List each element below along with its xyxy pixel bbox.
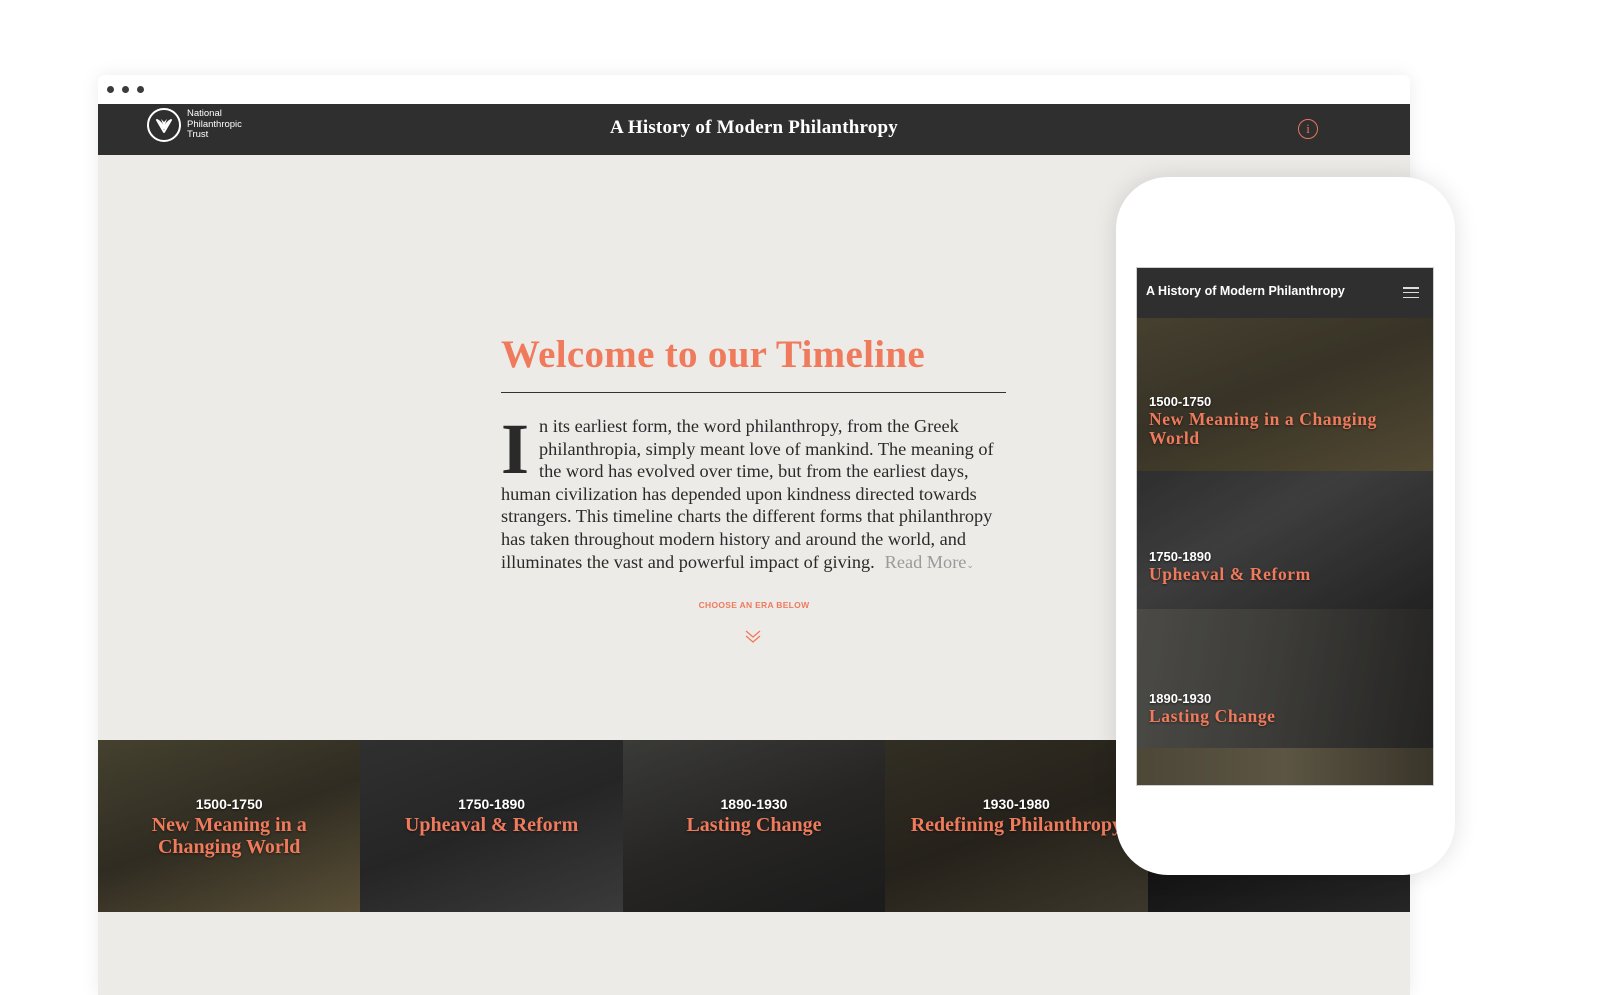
window-dot-icon [137,86,144,93]
phone-title: A History of Modern Philanthropy [1146,284,1345,298]
window-dot-icon [122,86,129,93]
era-title: Lasting Change [686,814,822,836]
era-years: 1750-1890 [458,796,526,812]
phone-screen: A History of Modern Philanthropy 1500-17… [1136,267,1434,786]
read-more-label: Read More [884,551,967,572]
browser-toolbar [98,75,1410,104]
phone-header: A History of Modern Philanthropy [1137,268,1433,318]
phone-era-card[interactable]: 1750-1890 Upheaval & Reform [1137,471,1433,609]
era-title: Upheaval & Reform [404,814,579,836]
intro-text: n its earliest form, the word philanthro… [501,416,994,572]
era-years: 1890-1930 [1149,691,1212,706]
era-years: 1890-1930 [720,796,788,812]
info-icon[interactable]: i [1298,119,1318,139]
era-title: Upheaval & Reform [1149,564,1311,584]
era-card[interactable]: 1930-1980 Redefining Philanthropy [885,740,1148,912]
era-card[interactable]: 1890-1930 Lasting Change [622,740,886,912]
era-years: 1500-1750 [1149,394,1212,409]
intro-paragraph: In its earliest form, the word philanthr… [501,409,1001,576]
era-title: Redefining Philanthropy [910,814,1123,836]
era-title: New Meaning in a Changing World [1149,409,1377,448]
hamburger-menu-icon[interactable] [1403,287,1419,298]
chevron-down-icon: ⌄ [966,559,974,570]
phone-era-card[interactable] [1137,748,1433,785]
site-header: National Philanthropic Trust A History o… [98,104,1410,155]
era-years: 1750-1890 [1149,549,1212,564]
phone-era-card[interactable]: 1500-1750 New Meaning in a Changing Worl… [1137,318,1433,471]
era-years: 1500-1750 [195,796,263,812]
era-card[interactable]: 1500-1750 New Meaning in a Changing World [98,740,361,912]
intro-heading: Welcome to our Timeline [501,330,1006,393]
read-more-link[interactable]: Read More⌄ [885,552,974,572]
era-card[interactable]: 1750-1890 Upheaval & Reform [360,740,623,912]
intro-section: Welcome to our Timeline In its earliest … [501,330,1006,576]
double-chevron-down-icon[interactable] [743,628,763,646]
era-title: Lasting Change [1149,706,1276,726]
phone-era-card[interactable]: 1890-1930 Lasting Change [1137,609,1433,748]
era-title: New Meaning in a Changing World [151,814,307,858]
era-years: 1930-1980 [982,796,1050,812]
window-dot-icon [107,86,114,93]
drop-cap: I [501,409,530,489]
phone-mockup: A History of Modern Philanthropy 1500-17… [1116,177,1455,875]
site-title: A History of Modern Philanthropy [610,117,898,138]
